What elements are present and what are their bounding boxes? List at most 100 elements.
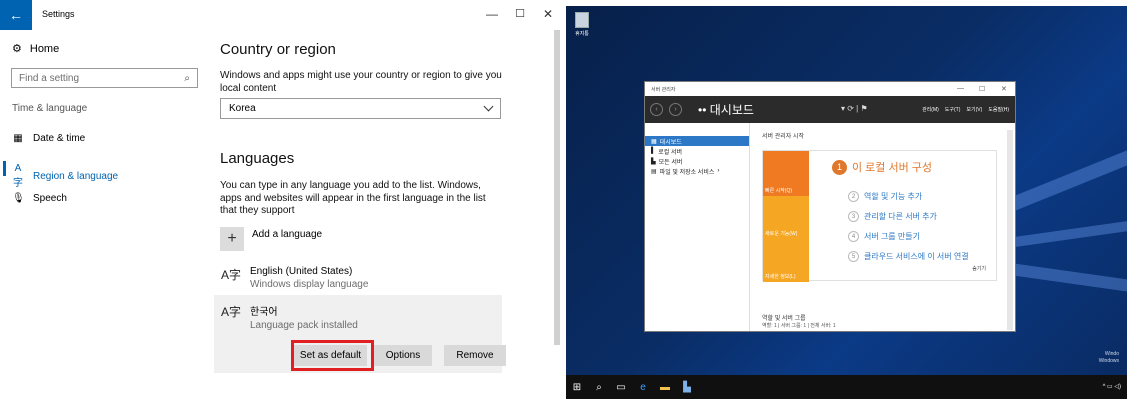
sidebar-item-date-time[interactable]: ▦ Date & time (12, 133, 85, 144)
dashboard-icon: ▦ (651, 138, 657, 145)
nav-local-server[interactable]: ▌ 로컬 서버 (645, 146, 749, 156)
recycle-bin-shortcut[interactable]: 휴지통 (572, 12, 592, 37)
search-icon[interactable]: ⌕ (588, 376, 610, 398)
windows-watermark: Windo Windows (1098, 351, 1119, 364)
quick-start-panel: 빠른 시작(Q) 새로운 기능(W) 자세한 정보(L) 1 이 로컬 서버 구… (762, 150, 997, 282)
taskbar: ⊞ ⌕ ▭ e ▬ ▙ ^ ▭ ◁) (566, 375, 1127, 399)
settings-window: ← Settings — ☐ ✕ ⚙ Home Find a setting ⌕… (0, 0, 562, 399)
search-placeholder: Find a setting (19, 72, 80, 84)
close-button[interactable]: ✕ (540, 7, 556, 21)
dashboard-main: 서버 관리자 시작 빠른 시작(Q) 새로운 기능(W) 자세한 정보(L) 1… (757, 123, 1007, 329)
options-button[interactable]: Options (374, 345, 432, 366)
nav-all-servers[interactable]: ▙ 모든 서버 (645, 156, 749, 166)
close-button[interactable]: ✕ (1001, 85, 1007, 93)
step-add-roles[interactable]: 2 역할 및 기능 추가 (848, 191, 922, 202)
back-button[interactable]: ← (0, 0, 32, 30)
highlight-box (291, 340, 374, 371)
start-icon[interactable]: ⊞ (566, 376, 588, 398)
add-language-label: Add a language (252, 229, 323, 240)
language-icon: A字 (220, 305, 241, 319)
language-status: Language pack installed (250, 320, 358, 331)
forward-icon[interactable]: › (669, 103, 682, 116)
menu-tools[interactable]: 도구(T) (945, 106, 961, 113)
home-label: Home (29, 42, 60, 55)
file-explorer-icon[interactable]: ▬ (654, 376, 676, 398)
region-language-icon: A字 (13, 163, 23, 189)
step-configure-local[interactable]: 1 이 로컬 서버 구성 (832, 159, 932, 175)
nav-file-storage[interactable]: ▤ 파일 및 저장소 서비스 › (645, 166, 749, 176)
server-manager-title: 서버 관리자 (651, 86, 676, 93)
sidebar-item-speech[interactable]: 🎙 Speech (12, 193, 67, 204)
title-bar: ← Settings — ☐ ✕ (0, 0, 562, 30)
microphone-icon: 🎙 (12, 193, 25, 204)
calendar-clock-icon: ▦ (13, 133, 23, 144)
maximize-button[interactable]: ☐ (512, 7, 528, 20)
step-add-servers[interactable]: 3 관리할 다른 서버 추가 (848, 211, 937, 222)
menu-view[interactable]: 보기(V) (966, 106, 982, 113)
chevron-right-icon: › (717, 168, 720, 174)
scrollbar[interactable] (554, 30, 560, 345)
refresh-flag-icons[interactable]: ▾ ⟳ | ⚑ (841, 104, 868, 113)
minimize-button[interactable]: — (484, 7, 500, 21)
country-description: Windows and apps might use your country … (220, 70, 502, 94)
server-manager-icon[interactable]: ▙ (676, 376, 698, 398)
tile-whats-new[interactable]: 새로운 기능(W) (763, 196, 809, 239)
language-name: 한국어 (250, 307, 278, 318)
language-name: English (United States) (250, 266, 353, 277)
step-server-group[interactable]: 4 서버 그룹 만들기 (848, 231, 920, 242)
add-language-button[interactable]: + Add a language (220, 227, 322, 251)
active-indicator (3, 161, 6, 176)
storage-icon: ▤ (651, 168, 657, 175)
tile-quick-start[interactable]: 빠른 시작(Q) (763, 151, 809, 196)
window-title: Settings (42, 9, 75, 19)
gear-icon: ⚙ (12, 43, 22, 55)
system-tray[interactable]: ^ ▭ ◁) (1103, 383, 1121, 390)
scrollbar[interactable] (1007, 130, 1013, 330)
plus-icon: + (220, 227, 244, 251)
task-view-icon[interactable]: ▭ (610, 376, 632, 398)
server-icon: ▌ (651, 148, 656, 154)
tile-learn-more[interactable]: 자세한 정보(L) (763, 239, 809, 282)
sidebar-item-label: Date & time (33, 133, 86, 144)
menu-manage[interactable]: 관리(M) (922, 106, 939, 113)
country-heading: Country or region (220, 41, 336, 58)
recycle-bin-label: 휴지통 (575, 31, 589, 37)
edge-icon[interactable]: e (632, 376, 654, 398)
country-select[interactable]: Korea (220, 98, 501, 119)
nav-section-label: Time & language (12, 103, 88, 114)
search-input[interactable]: Find a setting ⌕ (11, 68, 198, 88)
languages-heading: Languages (220, 150, 295, 167)
languages-description: You can type in any language you add to … (220, 180, 486, 216)
roles-title: 역할 및 서버 그룹 (762, 316, 806, 322)
sidebar-item-label: Speech (33, 193, 67, 204)
menu-help[interactable]: 도움말(H) (988, 106, 1009, 113)
remove-button[interactable]: Remove (444, 345, 506, 366)
chevron-down-icon (483, 101, 494, 112)
language-status: Windows display language (250, 279, 369, 290)
start-label: 서버 관리자 시작 (762, 134, 804, 140)
servers-icon: ▙ (651, 158, 656, 165)
back-icon[interactable]: ‹ (650, 103, 663, 116)
sidebar-item-region-language[interactable]: A字 Region & language (12, 163, 118, 189)
home-nav-item[interactable]: ⚙ Home (12, 42, 60, 56)
server-manager-nav: ▦ 대시보드 ▌ 로컬 서버 ▙ 모든 서버 ▤ 파일 및 저장소 서비스 › (645, 123, 750, 331)
step-cloud-connect[interactable]: 5 클라우드 서비스에 이 서버 연결 (848, 251, 969, 262)
hide-link[interactable]: 숨기기 (972, 265, 986, 272)
nav-dashboard[interactable]: ▦ 대시보드 (645, 136, 749, 146)
server-desktop: 휴지통 서버 관리자 — ☐ ✕ ‹ › •• 대시보드 ▾ ⟳ | ⚑ 관리(… (566, 6, 1127, 399)
language-item-korean[interactable]: A字 한국어 Language pack installed (220, 303, 358, 331)
settings-nav: ⚙ Home Find a setting ⌕ Time & language … (0, 30, 205, 399)
search-icon: ⌕ (184, 72, 190, 84)
recycle-bin-icon (575, 12, 589, 28)
language-item-english[interactable]: A字 English (United States) Windows displ… (220, 266, 368, 290)
country-selected-value: Korea (229, 103, 256, 114)
back-arrow-icon: ← (9, 7, 23, 23)
maximize-button[interactable]: ☐ (979, 85, 985, 93)
sidebar-item-label: Region & language (33, 170, 119, 182)
roles-summary: 역할: 1 | 서버 그룹: 1 | 전체 서버: 1 (762, 323, 836, 329)
language-icon: A字 (220, 268, 241, 282)
breadcrumb: •• 대시보드 (698, 103, 754, 117)
server-manager-menu: 관리(M) 도구(T) 보기(V) 도움말(H) (922, 106, 1009, 113)
minimize-button[interactable]: — (957, 85, 964, 92)
server-manager-window: 서버 관리자 — ☐ ✕ ‹ › •• 대시보드 ▾ ⟳ | ⚑ 관리(M) 도… (644, 81, 1016, 332)
